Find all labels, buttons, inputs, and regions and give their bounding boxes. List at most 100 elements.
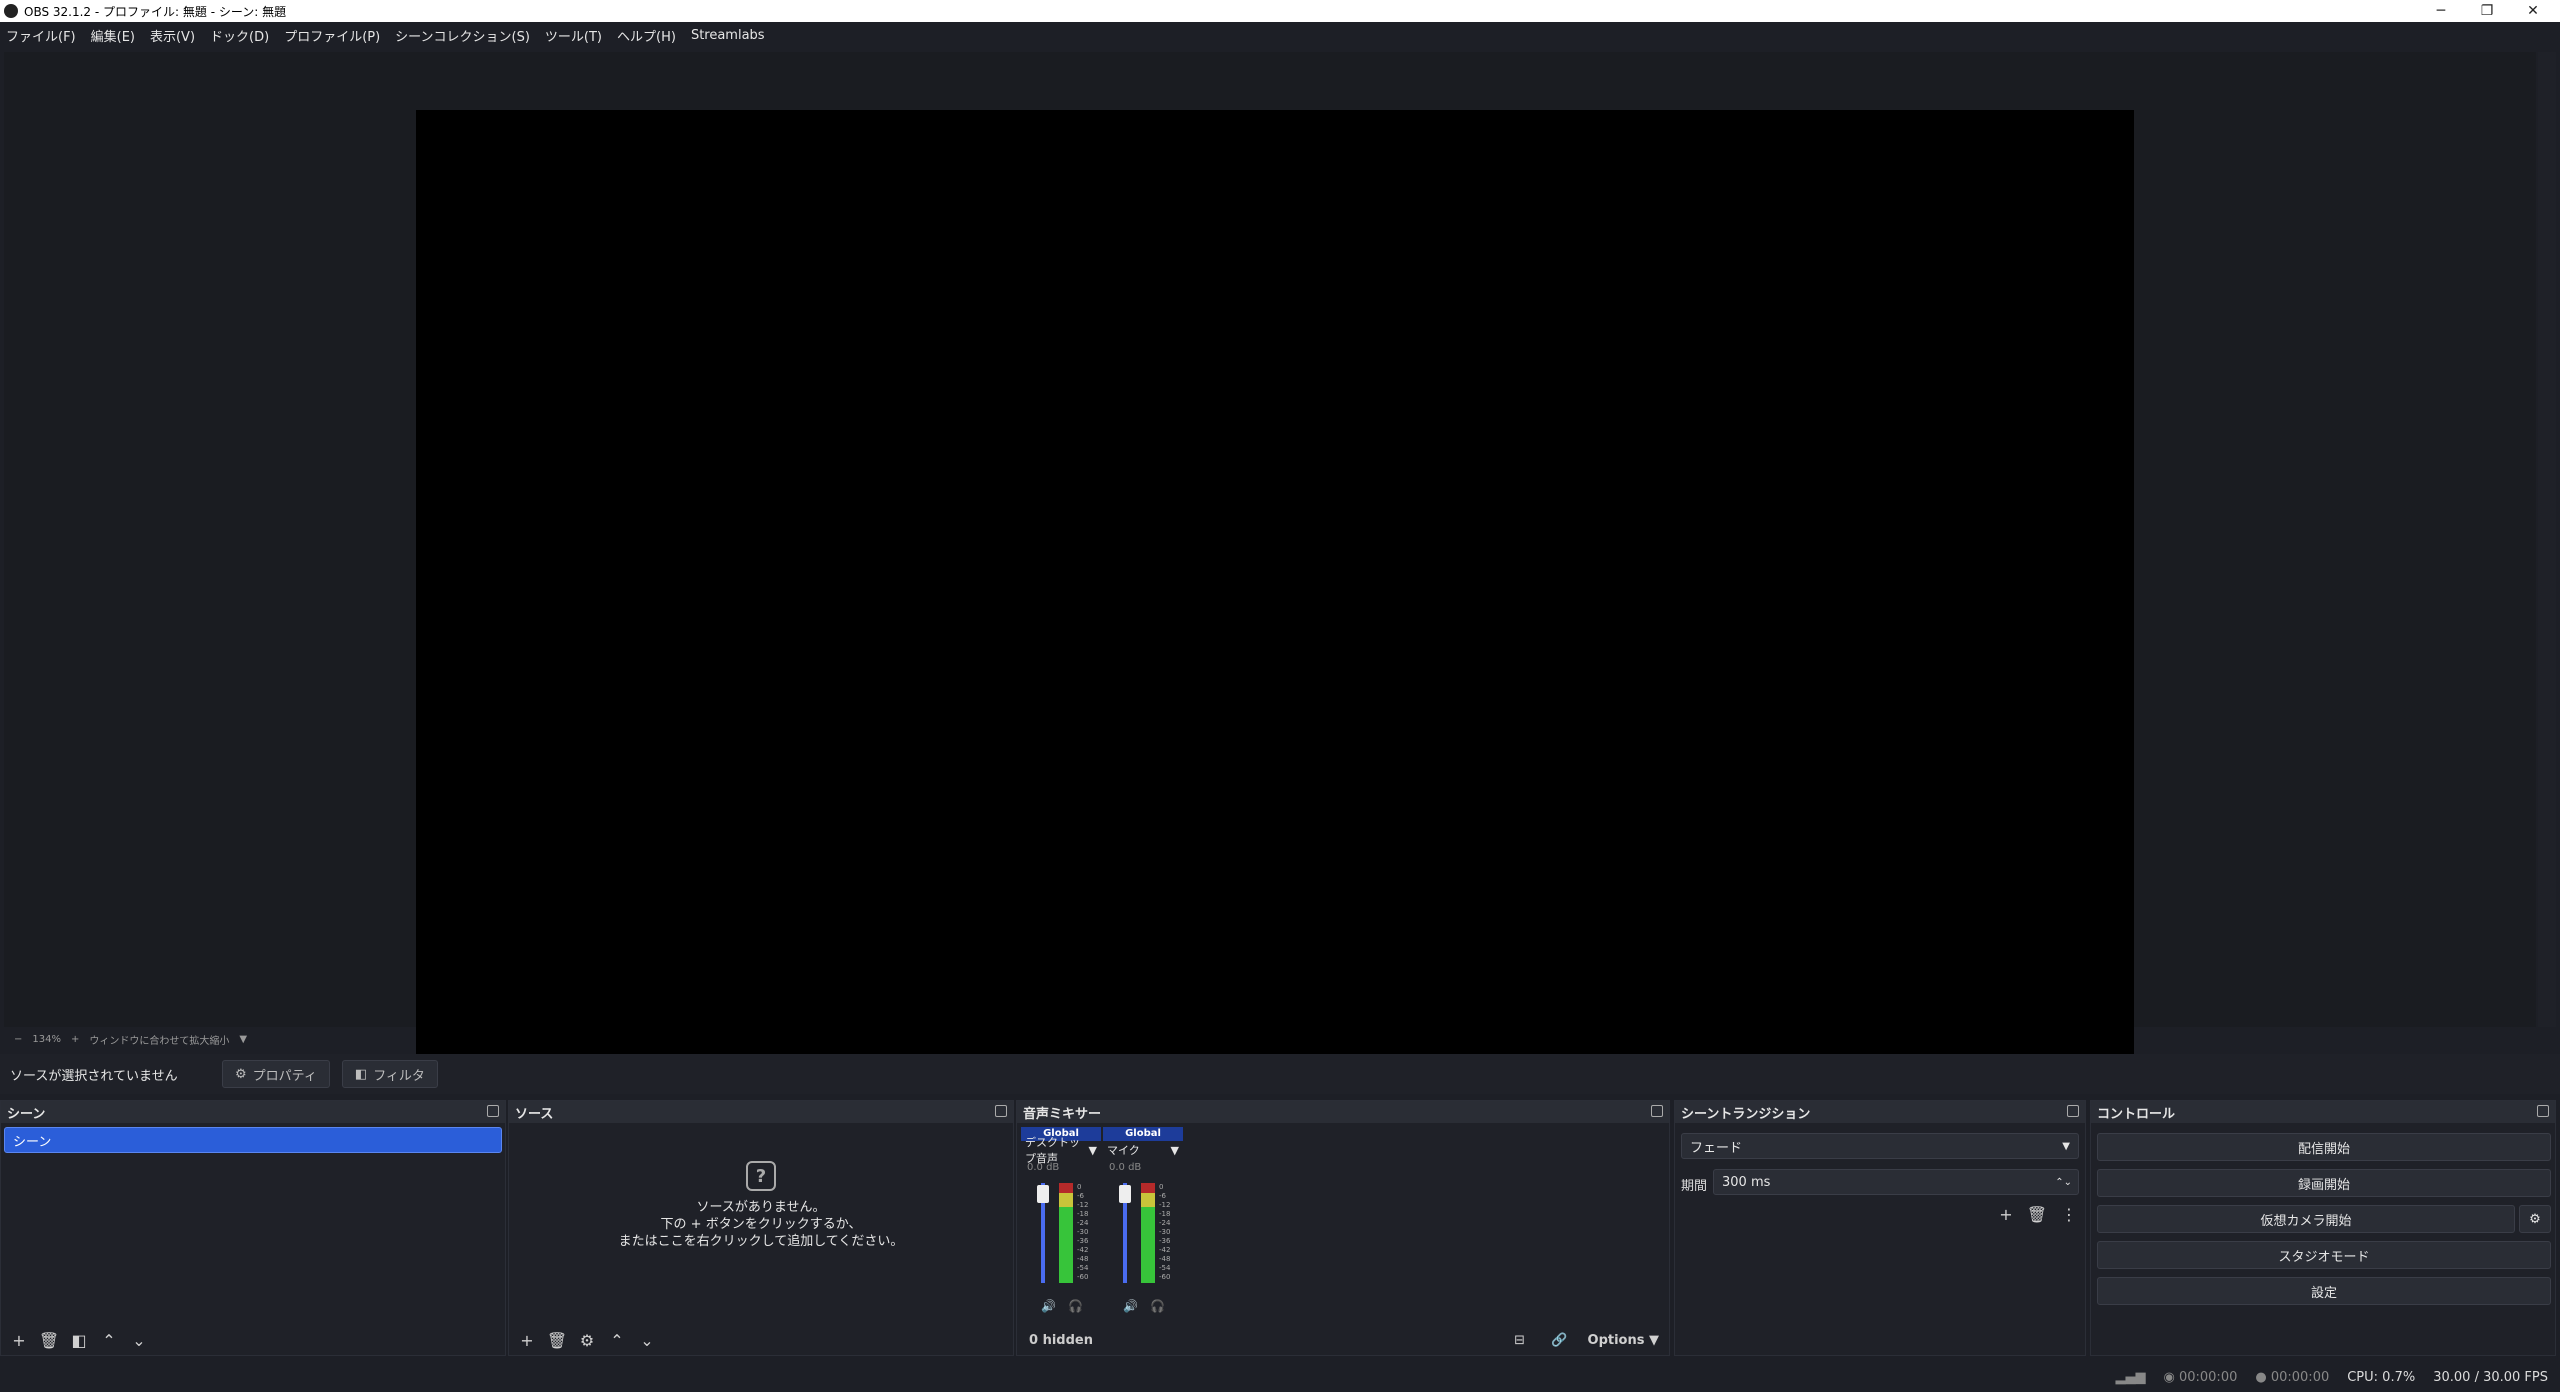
empty-line-1: ソースがありません。: [696, 1200, 826, 1215]
chevron-up-icon[interactable]: ⌃: [605, 1331, 629, 1350]
undock-icon[interactable]: [2537, 1105, 2549, 1117]
chevron-down-icon[interactable]: ⌄: [635, 1331, 659, 1350]
menu-docks[interactable]: ドック(D): [210, 26, 269, 45]
trash-icon[interactable]: 🗑: [37, 1331, 61, 1350]
menu-scene-collection[interactable]: シーンコレクション(S): [395, 26, 530, 45]
transition-select[interactable]: フェード ▼: [1681, 1133, 2079, 1159]
menu-file[interactable]: ファイル(F): [6, 26, 76, 45]
record-time: 00:00:00: [2270, 1369, 2330, 1385]
gear-icon[interactable]: ⚙: [575, 1331, 599, 1350]
sources-empty-message[interactable]: ? ソースがありません。 下の + ボタンをクリックするか、 またはここを右クリ…: [509, 1161, 1013, 1250]
gear-icon: ⚙: [235, 1066, 247, 1082]
transitions-dock: シーントランジション フェード ▼ 期間 300 ms ⌃⌄ + 🗑 ⋮: [1674, 1100, 2086, 1356]
menu-bar: ファイル(F) 編集(E) 表示(V) ドック(D) プロファイル(P) シーン…: [0, 22, 2560, 48]
virtual-camera-settings-button[interactable]: ⚙: [2519, 1205, 2551, 1233]
menu-help[interactable]: ヘルプ(H): [617, 26, 676, 45]
virtual-camera-button[interactable]: 仮想カメラ開始: [2097, 1205, 2515, 1233]
title-bar: OBS 32.1.2 - プロファイル: 無題 - シーン: 無題 ─ ❐ ✕: [0, 0, 2560, 22]
layout-icon[interactable]: ⊟: [1508, 1333, 1532, 1348]
transition-toolbar: + 🗑 ⋮: [1999, 1205, 2077, 1224]
link-icon[interactable]: 🔗: [1548, 1333, 1572, 1348]
channel-controls: 🔊 🎧: [1041, 1299, 1083, 1313]
chevron-down-icon[interactable]: ⌄: [127, 1331, 151, 1350]
start-stream-button[interactable]: 配信開始: [2097, 1133, 2551, 1161]
undock-icon[interactable]: [487, 1105, 499, 1117]
controls-dock: コントロール 配信開始 録画開始 仮想カメラ開始 ⚙ スタジオモード 設定: [2090, 1100, 2556, 1356]
status-bar: ▂▄▆ ◉ 00:00:00 ● 00:00:00 CPU: 0.7% 30.0…: [0, 1362, 2560, 1392]
add-icon[interactable]: +: [7, 1331, 31, 1350]
duration-input[interactable]: 300 ms ⌃⌄: [1713, 1169, 2079, 1195]
properties-button[interactable]: ⚙ プロパティ: [222, 1060, 330, 1088]
settings-button[interactable]: 設定: [2097, 1277, 2551, 1305]
chevron-up-icon[interactable]: ⌃: [97, 1331, 121, 1350]
preview-canvas[interactable]: [416, 110, 2134, 1076]
headphones-icon[interactable]: 🎧: [1068, 1299, 1083, 1313]
volume-meter: [1059, 1183, 1073, 1283]
speaker-icon[interactable]: 🔊: [1123, 1299, 1138, 1313]
zoom-in-button[interactable]: +: [71, 1034, 79, 1045]
preview-area[interactable]: [4, 52, 2536, 1076]
maximize-button[interactable]: ❐: [2464, 0, 2510, 22]
menu-edit[interactable]: 編集(E): [91, 26, 135, 45]
scenes-toolbar: + 🗑 ◧ ⌃ ⌄: [1, 1325, 505, 1355]
studio-mode-button[interactable]: スタジオモード: [2097, 1241, 2551, 1269]
start-record-button[interactable]: 録画開始: [2097, 1169, 2551, 1197]
properties-label: プロパティ: [252, 1068, 317, 1084]
chevron-down-icon[interactable]: ▼: [1171, 1144, 1179, 1157]
zoom-out-button[interactable]: −: [14, 1034, 22, 1045]
zoom-percent: 134%: [32, 1033, 61, 1045]
controls-title: コントロール: [2091, 1101, 2555, 1123]
mixer-title: 音声ミキサー: [1017, 1101, 1669, 1123]
chevron-down-icon: ▼: [2062, 1140, 2070, 1152]
menu-tools[interactable]: ツール(T): [545, 26, 602, 45]
menu-view[interactable]: 表示(V): [150, 26, 195, 45]
undock-icon[interactable]: [2067, 1105, 2079, 1117]
volume-knob[interactable]: [1037, 1185, 1049, 1203]
headphones-icon[interactable]: 🎧: [1150, 1299, 1165, 1313]
filters-label: フィルタ: [373, 1068, 425, 1084]
channel-label: マイク: [1107, 1144, 1140, 1157]
preview-scrollbar[interactable]: [2538, 52, 2556, 1027]
fps-readout: 30.00 / 30.00 FPS: [2433, 1369, 2548, 1385]
zoom-fit-label[interactable]: ウィンドウに合わせて拡大縮小: [89, 1032, 229, 1047]
speaker-icon[interactable]: 🔊: [1041, 1299, 1056, 1313]
add-icon[interactable]: +: [515, 1331, 539, 1350]
volume-meter: [1141, 1183, 1155, 1283]
stepper-icon[interactable]: ⌃⌄: [2055, 1177, 2072, 1188]
signal-icon: ▂▄▆: [2115, 1369, 2146, 1385]
close-button[interactable]: ✕: [2510, 0, 2556, 22]
mixer-channel-mic: Global マイク ▼ 0.0 dB 0 -6 -12 -18 -24 -30 -36 -4…: [1103, 1127, 1183, 1322]
menu-streamlabs[interactable]: Streamlabs: [691, 28, 765, 43]
transitions-title-label: シーントランジション: [1681, 1106, 1811, 1122]
add-icon[interactable]: +: [1999, 1205, 2012, 1224]
minimize-button[interactable]: ─: [2418, 0, 2464, 22]
menu-profile[interactable]: プロファイル(P): [284, 26, 380, 45]
obs-logo-icon: [4, 4, 18, 18]
scenes-dock: シーン シーン + 🗑 ◧ ⌃ ⌄: [0, 1100, 506, 1356]
channel-name[interactable]: デスクトップ音声 ▼: [1021, 1136, 1101, 1165]
mixer-title-label: 音声ミキサー: [1023, 1106, 1102, 1122]
filter-icon[interactable]: ◧: [67, 1331, 91, 1350]
record-icon: ●: [2255, 1369, 2267, 1385]
scenes-title: シーン: [1, 1101, 505, 1123]
transition-value: フェード: [1690, 1140, 1743, 1156]
volume-knob[interactable]: [1119, 1185, 1131, 1203]
undock-icon[interactable]: [995, 1105, 1007, 1117]
stream-status: ◉ 00:00:00: [2163, 1370, 2237, 1385]
controls-title-label: コントロール: [2097, 1106, 2176, 1122]
gear-icon: ⚙: [2529, 1211, 2541, 1227]
no-source-label: ソースが選択されていません: [10, 1068, 178, 1084]
options-button[interactable]: Options ▼: [1588, 1333, 1659, 1348]
trash-icon[interactable]: 🗑: [545, 1331, 569, 1350]
filters-button[interactable]: ◧ フィルタ: [341, 1060, 438, 1088]
trash-icon[interactable]: 🗑: [2027, 1205, 2047, 1224]
undock-icon[interactable]: [1651, 1105, 1663, 1117]
more-vertical-icon[interactable]: ⋮: [2061, 1205, 2077, 1224]
chevron-down-icon[interactable]: ▼: [1089, 1144, 1097, 1157]
scenes-title-label: シーン: [7, 1106, 46, 1122]
scene-item[interactable]: シーン: [4, 1127, 502, 1153]
sources-title-label: ソース: [515, 1106, 554, 1122]
channel-name[interactable]: マイク ▼: [1103, 1141, 1183, 1159]
zoom-dropdown-icon[interactable]: ▼: [239, 1034, 247, 1045]
zoom-bar: − 134% + ウィンドウに合わせて拡大縮小 ▼: [4, 1030, 2536, 1048]
